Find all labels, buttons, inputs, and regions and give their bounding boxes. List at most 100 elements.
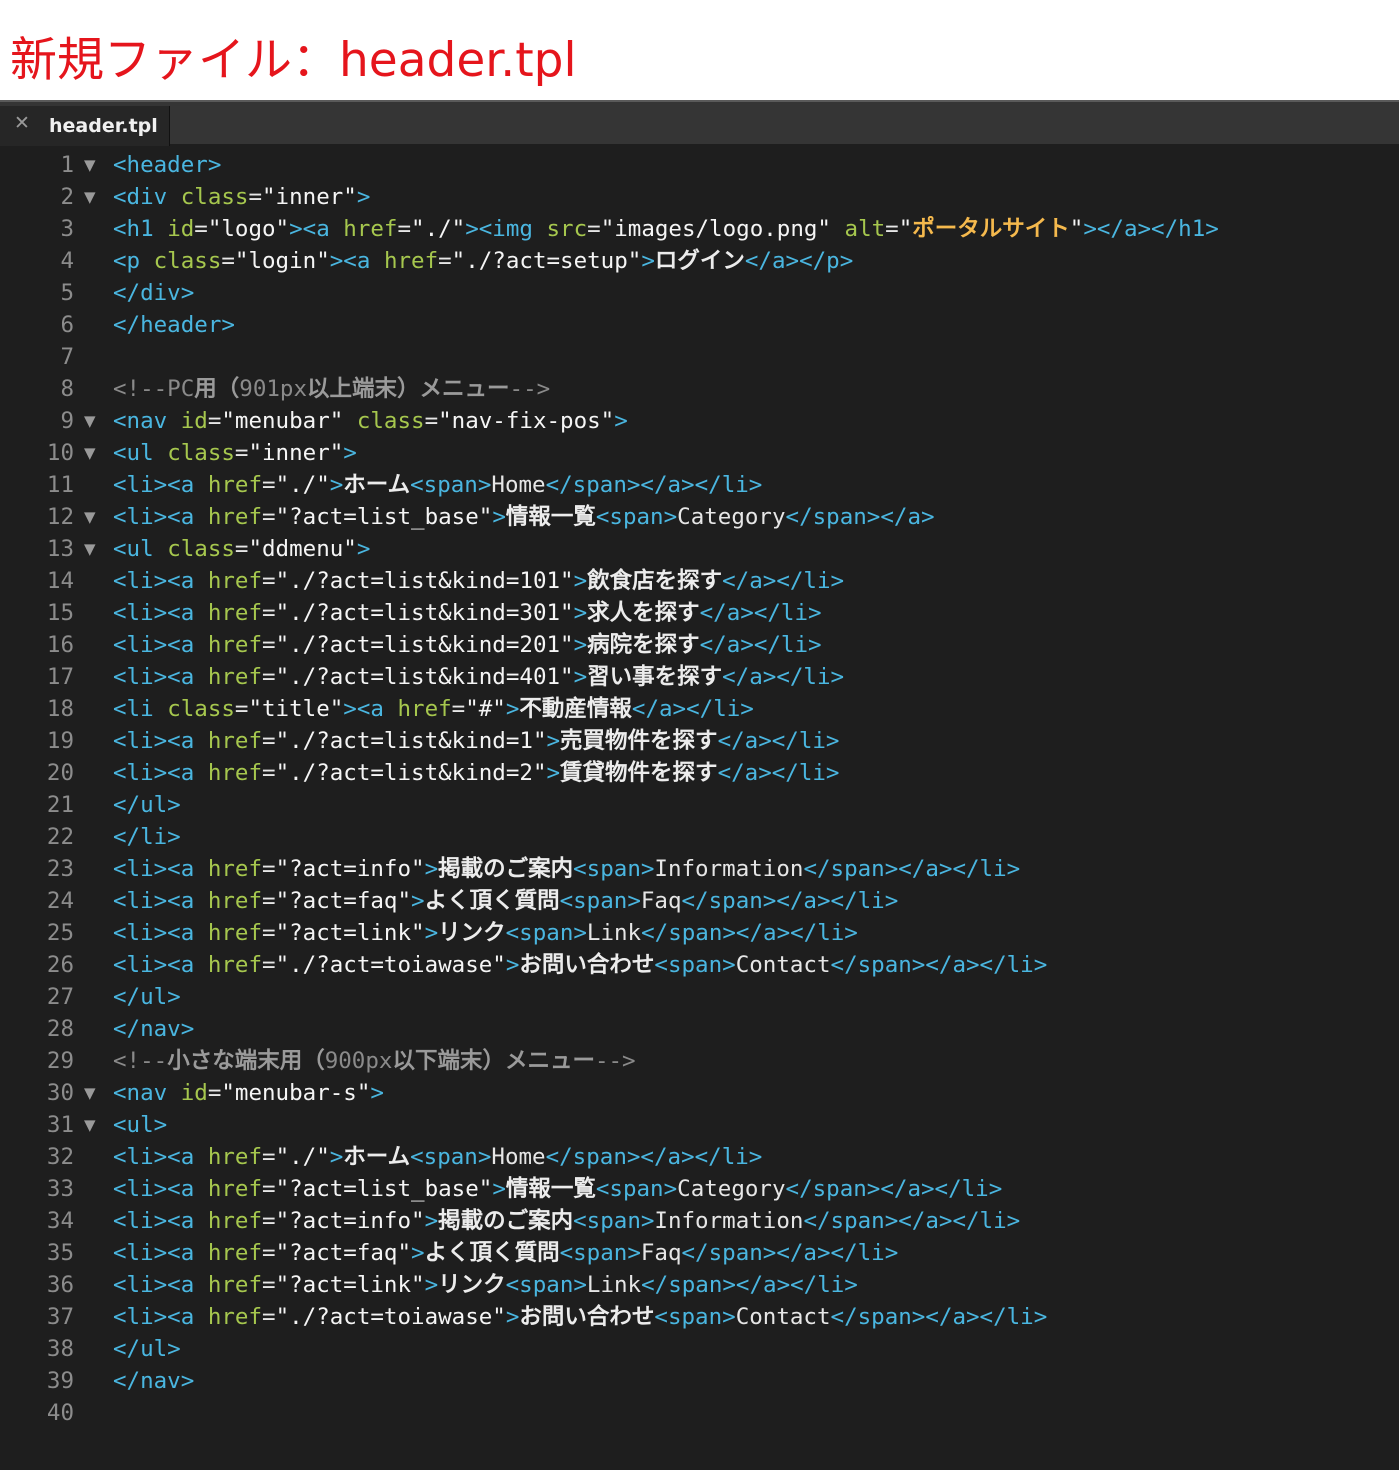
code-line[interactable]: 34 <li><a href="?act=info">掲載のご案内<span>In… xyxy=(0,1205,1399,1237)
code-line[interactable]: 17 <li><a href="./?act=list&kind=401">習い事… xyxy=(0,661,1399,693)
tag-token: <span> xyxy=(573,856,655,882)
tag-token: > xyxy=(546,728,561,754)
code-line[interactable]: 36 <li><a href="?act=link">リンク<span>Link<… xyxy=(0,1269,1399,1301)
code-line[interactable]: 12 ▼ <li><a href="?act=list_base">情報一覧<spa… xyxy=(0,501,1399,533)
attribute-token: href xyxy=(207,760,263,786)
code-line[interactable]: 31 ▼ <ul> xyxy=(0,1109,1399,1141)
tag-token: </header> xyxy=(113,312,235,338)
tag-token: <li><a xyxy=(113,920,208,946)
tag-token: <ul> xyxy=(113,1112,168,1138)
code-line[interactable]: 16 <li><a href="./?act=list&kind=201">病院を… xyxy=(0,629,1399,661)
string-token: "nav-fix-pos" xyxy=(438,408,615,434)
code-text: <li><a href="./?act=list&kind=401">習い事を探… xyxy=(113,661,844,693)
code-text: <li><a href="./?act=list&kind=1">売買物件を探す… xyxy=(113,725,839,757)
japanese-text-token: 求人を探す xyxy=(587,600,700,626)
code-text: <!--PC用（901px以上端末）メニュー--> xyxy=(113,373,550,405)
code-line[interactable]: 20 <li><a href="./?act=list&kind=2">賃貸物件を… xyxy=(0,757,1399,789)
code-line[interactable]: 39 </nav> xyxy=(0,1365,1399,1397)
attribute-token: class xyxy=(180,184,249,210)
file-tab[interactable]: ✕ header.tpl xyxy=(0,106,170,146)
code-line[interactable]: 10 ▼ <ul class="inner"> xyxy=(0,437,1399,469)
code-line[interactable]: 33 <li><a href="?act=list_base">情報一覧<span… xyxy=(0,1173,1399,1205)
code-editor[interactable]: ✕ header.tpl 1 ▼ <header> 2 ▼ <div class="inn… xyxy=(0,100,1399,1470)
code-line[interactable]: 15 <li><a href="./?act=list&kind=301">求人を… xyxy=(0,597,1399,629)
code-line[interactable]: 22 </li> xyxy=(0,821,1399,853)
fold-arrow-icon[interactable]: ▼ xyxy=(84,1077,96,1109)
fold-arrow-icon[interactable]: ▼ xyxy=(84,437,96,469)
japanese-text-token: お問い合わせ xyxy=(519,952,655,978)
code-line[interactable]: 3 <h1 id="logo"><a href="./"><img src="im… xyxy=(0,213,1399,245)
code-line[interactable]: 6 </header> xyxy=(0,309,1399,341)
line-number: 25 xyxy=(46,920,74,946)
tag-token: > xyxy=(424,1208,439,1234)
operator-token: = xyxy=(262,600,276,626)
attribute-token: alt xyxy=(844,216,886,242)
line-number: 33 xyxy=(46,1176,74,1202)
code-line[interactable]: 4 <p class="login"><a href="./?act=setup"… xyxy=(0,245,1399,277)
code-line[interactable]: 28 </nav> xyxy=(0,1013,1399,1045)
code-line[interactable]: 38 </ul> xyxy=(0,1333,1399,1365)
operator-token: = xyxy=(424,408,439,434)
fold-arrow-icon[interactable]: ▼ xyxy=(84,533,96,565)
code-line[interactable]: 7 xyxy=(0,341,1399,373)
fold-arrow-icon[interactable]: ▼ xyxy=(84,405,96,437)
code-line[interactable]: 25 <li><a href="?act=link">リンク<span>Link<… xyxy=(0,917,1399,949)
code-line[interactable]: 32 <li><a href="./">ホーム<span>Home</span><… xyxy=(0,1141,1399,1173)
code-area[interactable]: 1 ▼ <header> 2 ▼ <div class="inner"> 3 <h1 id="… xyxy=(0,149,1399,1429)
code-line[interactable]: 2 ▼ <div class="inner"> xyxy=(0,181,1399,213)
tag-token: </a></li> xyxy=(717,728,840,754)
code-line[interactable]: 26 <li><a href="./?act=toiawase">お問い合わせ<s… xyxy=(0,949,1399,981)
code-line[interactable]: 23 <li><a href="?act=info">掲載のご案内<span>In… xyxy=(0,853,1399,885)
tag-token: > xyxy=(573,632,588,658)
tag-token: <p xyxy=(113,248,154,274)
code-line[interactable]: 5 </div> xyxy=(0,277,1399,309)
code-line[interactable]: 37 <li><a href="./?act=toiawase">お問い合わせ<s… xyxy=(0,1301,1399,1333)
code-line[interactable]: 14 <li><a href="./?act=list&kind=101">飲食店… xyxy=(0,565,1399,597)
operator-token: = xyxy=(207,1080,222,1106)
japanese-text-token: よく頂く質問 xyxy=(424,1240,560,1266)
string-token: "menubar" xyxy=(221,408,357,434)
attribute-token: href xyxy=(207,1240,263,1266)
string-token: "menubar-s" xyxy=(221,1080,371,1106)
operator-token: = xyxy=(262,632,276,658)
code-line[interactable]: 1 ▼ <header> xyxy=(0,149,1399,181)
fold-arrow-icon[interactable]: ▼ xyxy=(84,1109,96,1141)
text-token: Information xyxy=(654,1208,804,1234)
code-line[interactable]: 21 </ul> xyxy=(0,789,1399,821)
attribute-token: href xyxy=(343,216,398,242)
tag-token: </ul> xyxy=(113,984,181,1010)
code-line[interactable]: 29 <!--小さな端末用（900px以下端末）メニュー--> xyxy=(0,1045,1399,1077)
string-token: "inner" xyxy=(248,440,344,466)
code-text: <li><a href="./?act=toiawase">お問い合わせ<spa… xyxy=(113,949,1047,981)
code-line[interactable]: 9 ▼ <nav id="menubar" class="nav-fix-pos"> xyxy=(0,405,1399,437)
operator-token: = xyxy=(262,1144,276,1170)
fold-arrow-icon[interactable]: ▼ xyxy=(84,149,96,181)
attribute-token: class xyxy=(167,536,235,562)
operator-token: = xyxy=(587,216,601,242)
string-token: "./?act=list&kind=101" xyxy=(275,568,574,594)
code-line[interactable]: 35 <li><a href="?act=faq">よく頂く質問<span>Faq… xyxy=(0,1237,1399,1269)
close-icon[interactable]: ✕ xyxy=(14,112,30,134)
fold-arrow-icon[interactable]: ▼ xyxy=(84,501,96,533)
japanese-text-token: 売買物件を探す xyxy=(560,728,718,754)
code-line[interactable]: 8 <!--PC用（901px以上端末）メニュー--> xyxy=(0,373,1399,405)
code-line[interactable]: 19 <li><a href="./?act=list&kind=1">売買物件を… xyxy=(0,725,1399,757)
string-token: "logo" xyxy=(207,216,290,242)
fold-arrow-icon[interactable]: ▼ xyxy=(84,181,96,213)
tag-token: <li><a xyxy=(113,1208,208,1234)
operator-token: = xyxy=(262,1208,276,1234)
code-line[interactable]: 30 ▼ <nav id="menubar-s"> xyxy=(0,1077,1399,1109)
operator-token: = xyxy=(262,568,276,594)
tag-token: > xyxy=(505,952,520,978)
code-line[interactable]: 27 </ul> xyxy=(0,981,1399,1013)
code-line[interactable]: 13 ▼ <ul class="ddmenu"> xyxy=(0,533,1399,565)
operator-token: = xyxy=(262,664,276,690)
code-line[interactable]: 24 <li><a href="?act=faq">よく頂く質問<span>Faq… xyxy=(0,885,1399,917)
line-number: 16 xyxy=(46,632,74,658)
line-number: 5 xyxy=(60,280,74,306)
line-number: 19 xyxy=(46,728,74,754)
code-text: <div class="inner"> xyxy=(113,181,370,213)
code-line[interactable]: 18 <li class="title"><a href="#">不動産情報</a… xyxy=(0,693,1399,725)
code-line[interactable]: 40 xyxy=(0,1397,1399,1429)
code-line[interactable]: 11 <li><a href="./">ホーム<span>Home</span><… xyxy=(0,469,1399,501)
